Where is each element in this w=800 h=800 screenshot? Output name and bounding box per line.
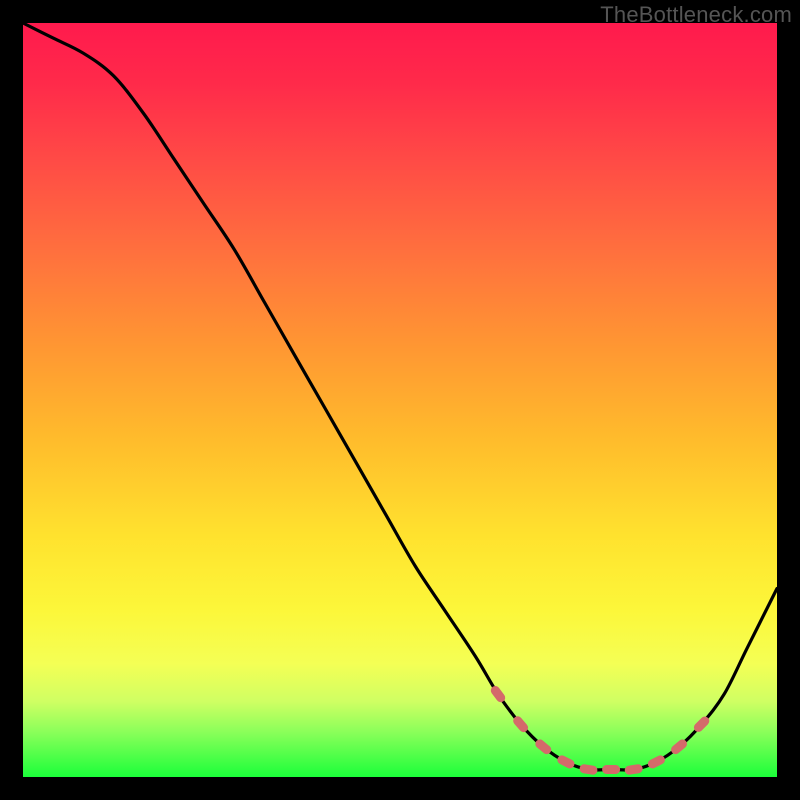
highlight-dot xyxy=(579,764,598,776)
plot-area xyxy=(23,23,777,777)
highlight-dot xyxy=(624,764,643,776)
bottleneck-curve xyxy=(23,23,777,770)
highlight-dots xyxy=(489,684,711,775)
bottleneck-curve-svg xyxy=(23,23,777,777)
outer-frame: TheBottleneck.com xyxy=(0,0,800,800)
highlight-dot xyxy=(602,765,620,774)
